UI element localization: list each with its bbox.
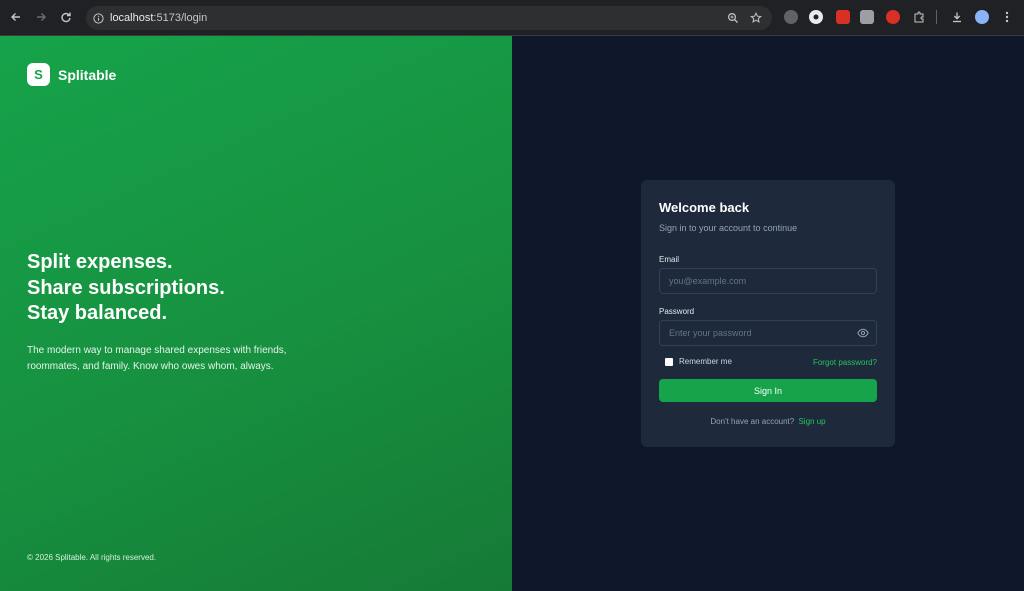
hero-description: The modern way to manage shared expenses… xyxy=(27,344,287,372)
show-password-eye-icon[interactable] xyxy=(857,328,869,338)
remember-me-label: Remember me xyxy=(679,357,732,366)
toolbar-divider xyxy=(936,10,937,24)
extension-circle-icon[interactable] xyxy=(809,10,823,24)
forgot-password-link[interactable]: Forgot password? xyxy=(813,358,877,367)
site-info-icon[interactable] xyxy=(92,12,104,24)
sign-up-link[interactable]: Sign up xyxy=(798,417,825,426)
email-field[interactable]: you@example.com xyxy=(659,268,877,294)
brand-name: Splitable xyxy=(58,66,117,83)
hero-line-3: Stay balanced. xyxy=(27,302,168,324)
url-text: localhost:5173/login xyxy=(110,12,207,24)
extension-shield-icon[interactable] xyxy=(860,10,874,24)
reload-icon[interactable] xyxy=(57,8,75,26)
download-icon[interactable] xyxy=(950,10,964,24)
login-card: Welcome back Sign in to your account to … xyxy=(641,180,895,447)
menu-kebab-icon[interactable] xyxy=(1000,10,1014,24)
remember-me[interactable]: Remember me xyxy=(659,357,732,366)
marketing-panel: S Splitable Split expenses. Share subscr… xyxy=(0,36,512,591)
profile-avatar-icon[interactable] xyxy=(975,10,989,24)
extensions-puzzle-icon[interactable] xyxy=(912,10,926,24)
copyright-text: © 2026 Splitable. All rights reserved. xyxy=(27,553,157,562)
address-bar[interactable]: localhost:5173/login xyxy=(86,6,772,30)
login-title: Welcome back xyxy=(659,200,750,215)
no-account-text: Don't have an account? xyxy=(710,417,795,426)
remember-me-checkbox[interactable] xyxy=(665,357,673,366)
sign-in-button[interactable]: Sign In xyxy=(659,379,877,402)
browser-toolbar: localhost:5173/login xyxy=(0,0,1024,36)
url-path: :5173/login xyxy=(153,12,208,24)
extension-red-icon[interactable] xyxy=(836,10,850,24)
extension-record-icon[interactable] xyxy=(886,10,900,24)
brand-logo-icon: S xyxy=(27,63,50,86)
password-placeholder: Enter your password xyxy=(669,328,752,338)
brand[interactable]: S Splitable xyxy=(27,63,116,86)
hero: Split expenses. Share subscriptions. Sta… xyxy=(27,250,297,375)
email-label: Email xyxy=(659,255,680,264)
login-page: S Splitable Split expenses. Share subscr… xyxy=(0,36,1024,591)
bookmark-star-icon[interactable] xyxy=(748,10,764,26)
password-field[interactable]: Enter your password xyxy=(659,320,877,346)
zoom-icon[interactable] xyxy=(725,10,741,26)
email-placeholder: you@example.com xyxy=(669,276,747,286)
hero-headline: Split expenses. Share subscriptions. Sta… xyxy=(27,250,297,327)
auth-panel: Welcome back Sign in to your account to … xyxy=(512,36,1024,591)
login-subtitle: Sign in to your account to continue xyxy=(659,223,798,233)
signup-prompt: Don't have an account? Sign up xyxy=(641,417,895,426)
hero-line-1: Split expenses. xyxy=(27,251,173,273)
password-label: Password xyxy=(659,307,695,316)
hero-line-2: Share subscriptions. xyxy=(27,276,225,299)
forward-arrow-icon[interactable] xyxy=(32,8,50,26)
extension-owl-icon[interactable] xyxy=(784,10,798,24)
back-arrow-icon[interactable] xyxy=(7,8,25,26)
url-host: localhost xyxy=(110,12,154,24)
